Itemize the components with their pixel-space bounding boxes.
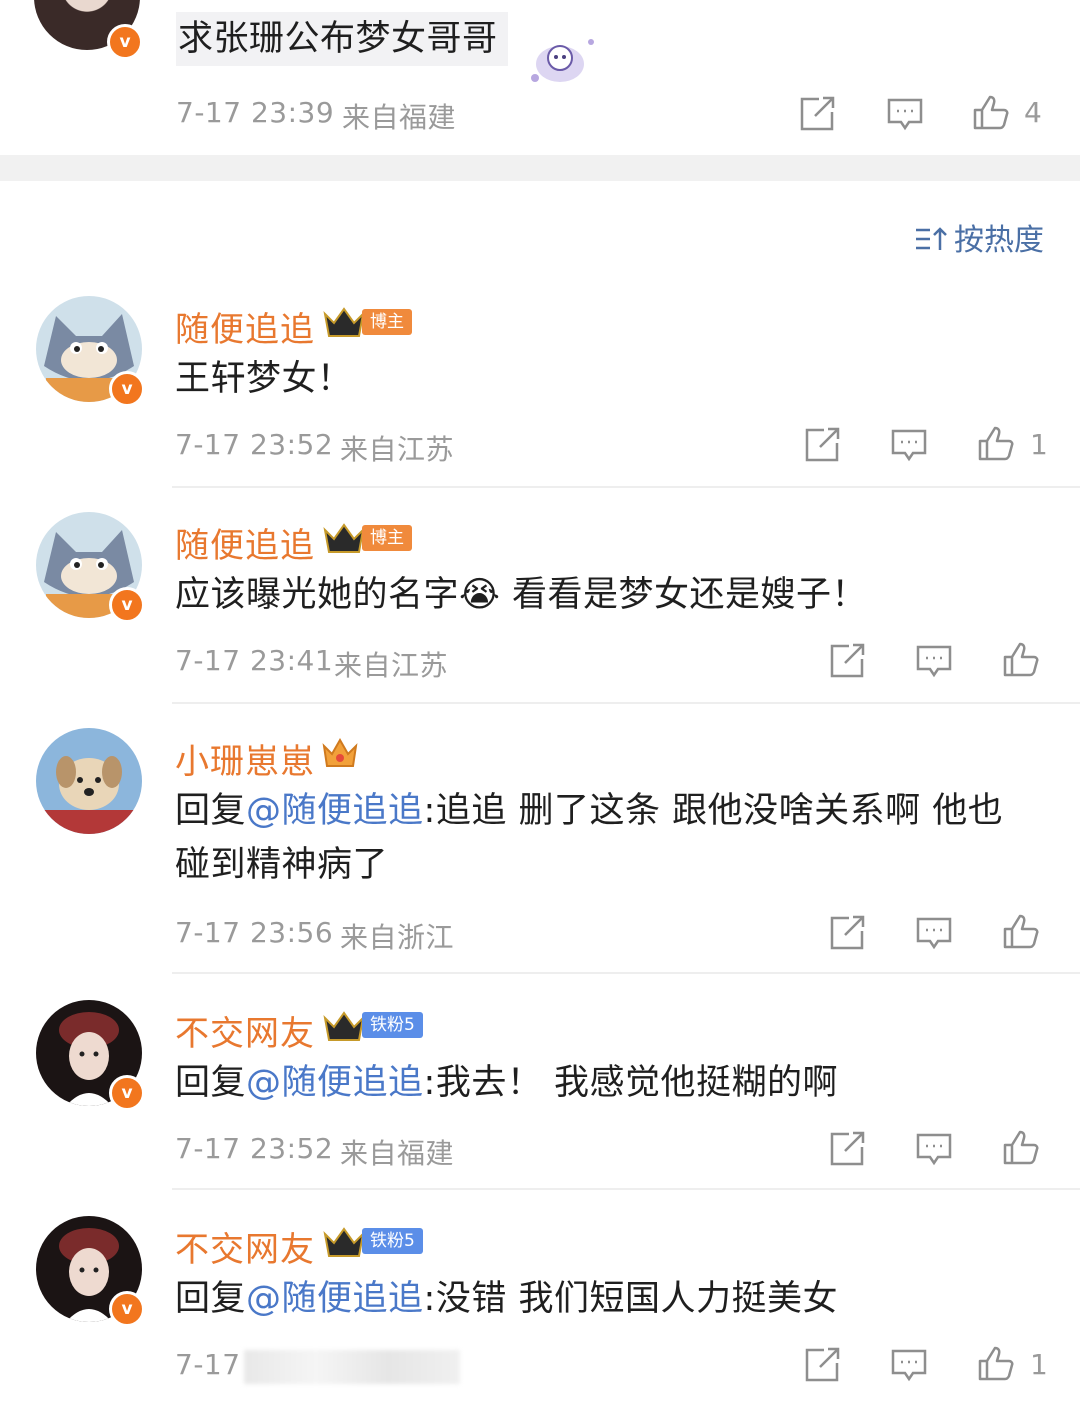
mention-link[interactable]: @随便追追 (246, 791, 424, 831)
like-icon[interactable] (971, 92, 1011, 132)
comment-text-part: 应该曝光她的名字 (175, 575, 460, 615)
divider (172, 972, 1080, 974)
comment-icon[interactable] (914, 913, 954, 953)
comment-text-part: 看看是梦女还是嫂子！ (500, 575, 868, 615)
verified-badge-icon: v (109, 1075, 145, 1111)
comment-icon[interactable] (889, 425, 929, 465)
comment-text-part: :没错 我们短国人力挺美女 (423, 1279, 838, 1319)
reply-prefix: 回复 (175, 1063, 247, 1103)
like-icon[interactable] (1001, 1127, 1041, 1167)
verified-badge-icon: v (109, 587, 145, 623)
crown-icon (323, 1227, 365, 1257)
sort-label: 按热度 (954, 223, 1044, 258)
verified-badge-icon: v (107, 24, 143, 60)
comment-location: 来自浙江 (340, 921, 455, 954)
sort-button[interactable]: 按热度 (914, 215, 1044, 259)
divider (172, 486, 1080, 488)
username[interactable]: 随便追追 (175, 518, 315, 567)
blogger-tag: 博主 (362, 525, 412, 551)
comment-text-line2: 碰到精神病了 (175, 845, 389, 885)
comment-time: 7-17 23:52 (175, 1132, 334, 1165)
username[interactable]: 不交网友 (175, 1222, 315, 1271)
like-icon[interactable] (976, 1343, 1016, 1383)
like-count: 1 (1030, 428, 1048, 461)
share-icon[interactable] (827, 913, 867, 953)
like-count: 4 (1024, 96, 1042, 129)
share-icon[interactable] (802, 425, 842, 465)
avatar[interactable] (36, 728, 142, 834)
comment-text: 回复@随便追追:追追 删了这条 跟他没啥关系啊 他也 (175, 784, 1003, 838)
divider (172, 1188, 1080, 1190)
comment-text-part: :我去！ 我感觉他挺糊的啊 (423, 1063, 838, 1103)
share-icon[interactable] (802, 1345, 842, 1385)
username[interactable]: 随便追追 (175, 302, 315, 351)
fan-level-tag: 铁粉5 (362, 1012, 423, 1038)
verified-badge-icon: v (109, 371, 145, 407)
comment-location: 来自福建 (340, 1137, 455, 1170)
verified-badge-icon: v (109, 1291, 145, 1327)
comment-text: 求张珊公布梦女哥哥 (176, 12, 508, 66)
share-icon[interactable] (797, 94, 837, 134)
mention-link[interactable]: @随便追追 (246, 1063, 424, 1103)
comment-time: 7-17 23:52 (175, 428, 334, 461)
fan-level-tag: 铁粉5 (362, 1228, 423, 1254)
crown-icon (322, 737, 358, 767)
comment-time: 7-17 23:39 (176, 96, 335, 129)
reply-prefix: 回复 (175, 791, 247, 831)
comment-icon[interactable] (914, 1129, 954, 1169)
username[interactable]: 不交网友 (175, 1006, 315, 1055)
crown-icon (323, 307, 365, 337)
username[interactable]: 小珊崽崽 (175, 734, 315, 783)
comment-text: 回复@随便追追:我去！ 我感觉他挺糊的啊 (175, 1056, 838, 1110)
like-icon[interactable] (1001, 639, 1041, 679)
crown-icon (323, 1011, 365, 1041)
crown-icon (323, 523, 365, 553)
section-separator (0, 155, 1080, 181)
sticker-icon (531, 39, 594, 82)
comment-text: 应该曝光她的名字😭 看看是梦女还是嫂子！ (175, 568, 867, 622)
like-icon[interactable] (1001, 911, 1041, 951)
comment-text: 回复@随便追追:没错 我们短国人力挺美女 (175, 1272, 838, 1326)
comment-time: 7-17 (175, 1348, 241, 1381)
reply-prefix: 回复 (175, 1279, 247, 1319)
divider (172, 702, 1080, 704)
share-icon[interactable] (827, 1129, 867, 1169)
comment-icon[interactable] (914, 641, 954, 681)
comment-icon[interactable] (885, 94, 925, 134)
sort-icon (916, 227, 947, 250)
crying-emoji-icon: 😭 (459, 575, 501, 615)
comment-time: 7-17 23:41 (175, 644, 334, 677)
comment-text: 王轩梦女！ (175, 359, 353, 399)
like-count: 1 (1030, 1348, 1048, 1381)
comment-icon[interactable] (889, 1345, 929, 1385)
comment-time: 7-17 23:56 (175, 916, 334, 949)
comment-location: 来自江苏 (334, 649, 449, 682)
redacted-area (244, 1350, 460, 1384)
comment-text-part: :追追 删了这条 跟他没啥关系啊 他也 (423, 791, 1004, 831)
like-icon[interactable] (976, 423, 1016, 463)
comment-location: 来自江苏 (340, 433, 455, 466)
blogger-tag: 博主 (362, 309, 412, 335)
mention-link[interactable]: @随便追追 (246, 1279, 424, 1319)
share-icon[interactable] (827, 641, 867, 681)
comment-location: 来自福建 (342, 101, 457, 134)
